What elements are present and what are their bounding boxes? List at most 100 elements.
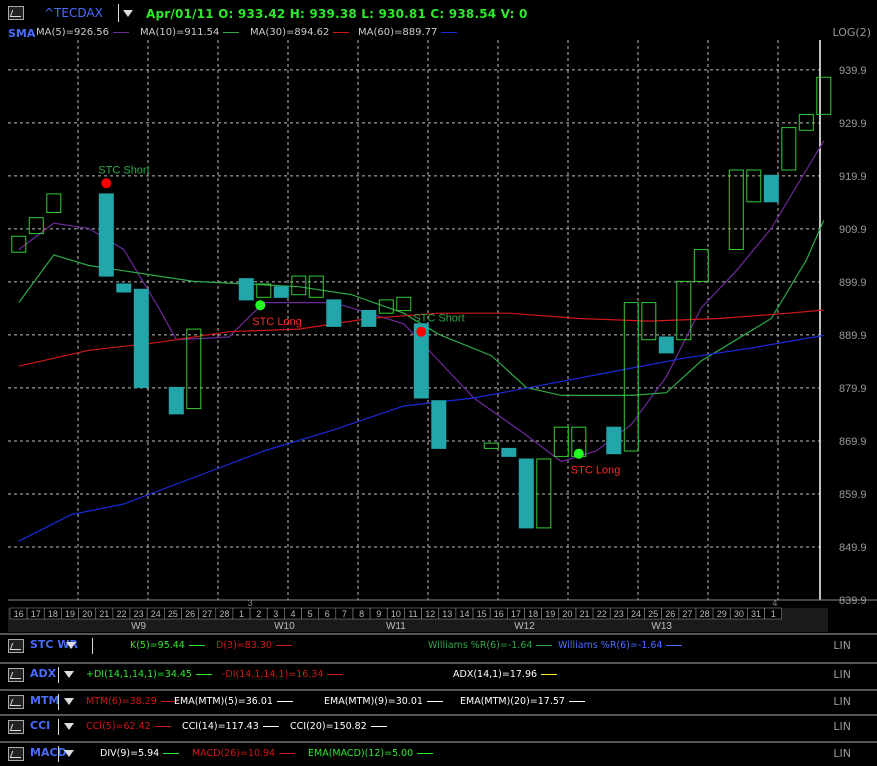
panel-divider <box>58 694 59 710</box>
signal-dot-0 <box>101 178 112 189</box>
indicator-value-1: EMA(MTM)(5)=36.01 <box>174 696 293 707</box>
ma-legend-0: MA(5)=926.56 <box>36 27 130 38</box>
indicator-swatch <box>426 701 443 702</box>
signal-dot-2 <box>416 326 427 337</box>
day-label-29: 17 <box>511 609 521 619</box>
y-tick-0: 939.9 <box>839 65 867 77</box>
indicator-value-1: MACD(26)=10.94 <box>192 748 296 759</box>
day-label-31: 19 <box>545 609 555 619</box>
indicator-value-0: CCI(5)=62.42 <box>86 721 171 732</box>
ma-legend-2: MA(30)=894.62 <box>250 27 350 38</box>
ma-legend-3: MA(60)=889.77 <box>358 27 458 38</box>
week-label-2: W11 <box>386 621 406 632</box>
indicator-swatch <box>262 726 279 727</box>
panel-adx: ADX +DI(14,1,14,1)=34.45 -DI(14,1,14,1)=16… <box>0 662 877 686</box>
panel-cci: CCI CCI(5)=62.42 CCI(14)=117.43 CCI(20)=150… <box>0 714 877 738</box>
candle-14 <box>361 310 377 327</box>
ohlc-readout: Apr/01/11 O: 933.42 H: 939.38 L: 930.81 … <box>146 7 528 21</box>
study-label[interactable]: SMA <box>8 27 35 40</box>
indicator-swatch <box>370 726 387 727</box>
panel-settings-icon[interactable] <box>8 695 24 709</box>
symbol-dropdown-icon[interactable] <box>123 10 133 17</box>
indicator-swatch <box>195 674 212 675</box>
panel-scale-label[interactable]: LIN <box>833 747 851 760</box>
candle-20 <box>501 447 517 457</box>
week-label-4: W13 <box>651 621 672 632</box>
signal-label-2: STC Short <box>413 313 464 325</box>
day-label-20: 8 <box>359 609 364 619</box>
candle-3 <box>98 193 114 277</box>
week-label-0: W9 <box>131 621 146 632</box>
day-label-41: 29 <box>717 609 727 619</box>
signal-dot-3 <box>573 448 584 459</box>
panel-dropdown-icon[interactable] <box>64 671 74 678</box>
candle-33 <box>763 174 779 203</box>
day-label-11: 27 <box>202 609 212 619</box>
panel-scale-label[interactable]: LIN <box>833 668 851 681</box>
panel-dropdown-icon[interactable] <box>66 642 76 649</box>
y-tick-5: 889.9 <box>839 330 867 342</box>
y-tick-4: 899.9 <box>839 277 867 289</box>
week-label-1: W10 <box>274 621 295 632</box>
panel-name[interactable]: MACD <box>30 746 67 759</box>
day-label-12: 28 <box>219 609 229 619</box>
panel-scale-label[interactable]: LIN <box>833 639 851 652</box>
day-label-0: 16 <box>14 609 24 619</box>
panel-dropdown-icon[interactable] <box>64 750 74 757</box>
day-label-27: 15 <box>477 609 487 619</box>
symbol-divider <box>118 4 119 22</box>
indicator-swatch <box>279 753 296 754</box>
signal-dot-1 <box>255 300 266 311</box>
panel-settings-icon[interactable] <box>8 639 24 653</box>
candle-6 <box>168 386 184 415</box>
indicator-value-2: CCI(20)=150.82 <box>290 721 387 732</box>
indicator-swatch <box>275 645 292 646</box>
y-tick-3: 909.9 <box>839 224 867 236</box>
day-label-5: 21 <box>99 609 109 619</box>
panel-settings-icon[interactable] <box>8 747 24 761</box>
y-tick-10: 839.9 <box>839 595 867 607</box>
day-label-44: 1 <box>771 609 776 619</box>
panel-scale-label[interactable]: LIN <box>833 695 851 708</box>
panel-stc-wr: STC WR K(5)=95.44 D(3)=83.30 Williams %R(6)… <box>0 633 877 657</box>
day-label-24: 12 <box>425 609 435 619</box>
day-label-19: 7 <box>342 609 347 619</box>
candle-4 <box>116 283 132 293</box>
day-label-3: 19 <box>65 609 75 619</box>
day-label-28: 16 <box>494 609 504 619</box>
day-label-35: 23 <box>614 609 624 619</box>
day-label-17: 5 <box>308 609 313 619</box>
day-label-13: 1 <box>239 609 244 619</box>
day-label-25: 13 <box>442 609 452 619</box>
y-tick-6: 879.9 <box>839 383 867 395</box>
indicator-value-2: EMA(MTM)(9)=30.01 <box>324 696 443 707</box>
panel-name[interactable]: MTM <box>30 694 59 707</box>
panel-name[interactable]: ADX <box>30 667 56 680</box>
day-label-23: 11 <box>408 609 417 619</box>
panel-settings-icon[interactable] <box>8 720 24 734</box>
price-chart[interactable]: STC Short STC Long STC Short STC Long 939.9… <box>8 40 877 632</box>
indicator-swatch <box>666 645 683 646</box>
panel-settings-icon[interactable] <box>8 668 24 682</box>
panel-scale-label[interactable]: LIN <box>833 720 851 733</box>
indicator-swatch <box>276 701 293 702</box>
day-label-1: 17 <box>31 609 41 619</box>
day-label-18: 6 <box>325 609 330 619</box>
day-label-6: 22 <box>116 609 126 619</box>
y-tick-2: 919.9 <box>839 171 867 183</box>
chart-settings-icon[interactable] <box>8 6 24 20</box>
day-label-9: 25 <box>168 609 178 619</box>
panel-dropdown-icon[interactable] <box>64 723 74 730</box>
scale-mode-label[interactable]: LOG(2) <box>833 26 872 39</box>
ma-legend-1: MA(10)=911.54 <box>140 27 240 38</box>
candle-25 <box>606 426 622 455</box>
day-label-7: 23 <box>134 609 144 619</box>
day-label-10: 26 <box>185 609 195 619</box>
panel-divider <box>58 667 59 683</box>
day-label-8: 24 <box>151 609 161 619</box>
panel-name[interactable]: CCI <box>30 719 50 732</box>
symbol-label[interactable]: ^TECDAX <box>44 6 103 20</box>
indicator-value-0: +DI(14,1,14,1)=34.45 <box>86 669 212 680</box>
indicator-value-2: EMA(MACD)(12)=5.00 <box>308 748 434 759</box>
panel-dropdown-icon[interactable] <box>64 698 74 705</box>
